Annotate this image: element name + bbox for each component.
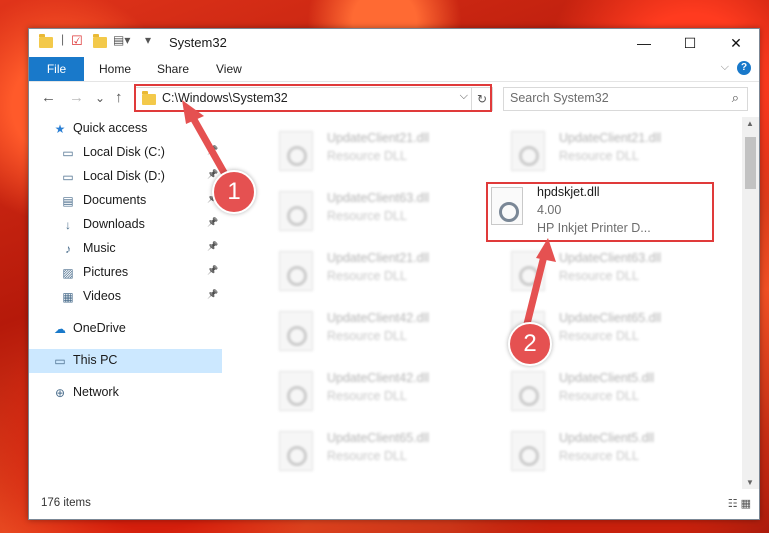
arrow-1-head: [182, 100, 204, 124]
arrow-1-shaft: [188, 112, 230, 180]
step-badge-2: 2: [508, 322, 552, 366]
arrow-2-shaft: [522, 252, 548, 332]
step-badge-1: 1: [212, 170, 256, 214]
annotation-arrows: [182, 100, 556, 332]
arrow-2-head: [536, 238, 556, 262]
